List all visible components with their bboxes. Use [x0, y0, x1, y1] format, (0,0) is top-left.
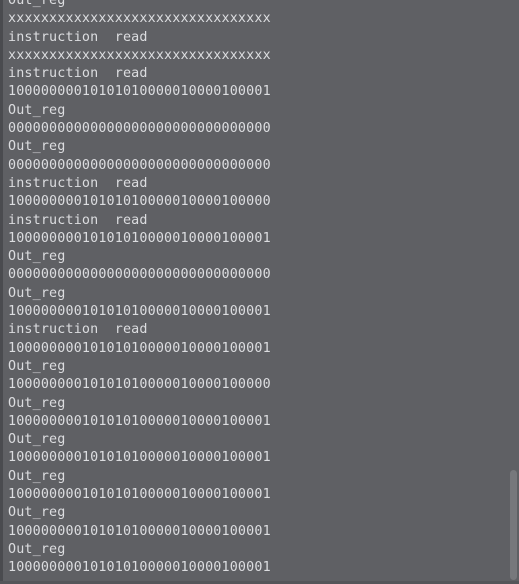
console-line: Out_reg: [8, 468, 66, 484]
console-line: 00000000000000000000000000000000: [8, 267, 271, 283]
console-line: Out_reg: [8, 358, 66, 374]
console-line: 10000000010101010000010000100001: [8, 84, 271, 100]
panel-left-border: [0, 0, 3, 584]
console-line: 10000000010101010000010000100001: [8, 560, 271, 576]
console-line: 00000000000000000000000000000000: [8, 157, 271, 173]
console-line: 10000000010101010000010000100000: [8, 377, 271, 393]
console-line: xxxxxxxxxxxxxxxxxxxxxxxxxxxxxxxx: [8, 47, 271, 63]
console-line: 10000000010101010000010000100001: [8, 413, 271, 429]
console-line: Out_reg: [8, 0, 66, 8]
console-line: 00000000000000000000000000000000: [8, 121, 271, 137]
vertical-scrollbar[interactable]: [507, 0, 519, 584]
console-line: instruction read: [8, 29, 148, 45]
console-line: Out_reg: [8, 432, 66, 448]
console-line: instruction read: [8, 322, 148, 338]
console-line: 10000000010101010000010000100001: [8, 230, 271, 246]
console-line: Out_reg: [8, 249, 66, 265]
console-line: Out_reg: [8, 102, 66, 118]
scrollbar-thumb[interactable]: [510, 470, 517, 580]
console-line: instruction read: [8, 175, 148, 191]
console-line: xxxxxxxxxxxxxxxxxxxxxxxxxxxxxxxx: [8, 11, 271, 27]
console-line: instruction read: [8, 212, 148, 228]
console-line: 10000000010101010000010000100001: [8, 523, 271, 539]
console-line: 10000000010101010000010000100001: [8, 340, 271, 356]
console-line: Out_reg: [8, 139, 66, 155]
console-line: Out_reg: [8, 541, 66, 557]
console-line: 10000000010101010000010000100001: [8, 450, 271, 466]
console-line: 10000000010101010000010000100001: [8, 304, 271, 320]
console-line: instruction read: [8, 66, 148, 82]
console-line: Out_reg: [8, 505, 66, 521]
console-line: 10000000010101010000010000100000: [8, 194, 271, 210]
console-line: Out_reg: [8, 285, 66, 301]
console-lines: Out_reg xxxxxxxxxxxxxxxxxxxxxxxxxxxxxxxx…: [8, 0, 271, 578]
console-line: Out_reg: [8, 395, 66, 411]
console-output-panel[interactable]: Out_reg xxxxxxxxxxxxxxxxxxxxxxxxxxxxxxxx…: [0, 0, 519, 584]
console-line: 10000000010101010000010000100001: [8, 487, 271, 503]
